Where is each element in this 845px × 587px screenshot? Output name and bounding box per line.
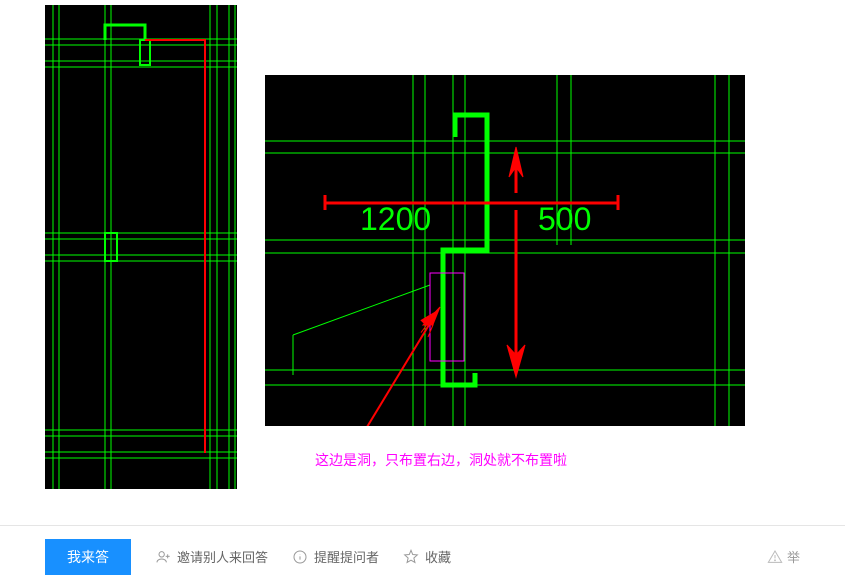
dimension-right: 500 (538, 201, 591, 237)
invite-button[interactable]: 邀请别人来回答 (155, 547, 268, 566)
action-bar: 我来答 邀请别人来回答 提醒提问者 收藏 举 (0, 525, 845, 587)
content-area: 1200 500 这边是洞，只布置右边，洞处就不布置啦 (0, 0, 845, 525)
remind-button[interactable]: 提醒提问者 (292, 547, 379, 566)
cad-drawing-large[interactable]: 1200 500 (265, 75, 745, 426)
favorite-button[interactable]: 收藏 (403, 547, 451, 566)
dimension-left: 1200 (360, 201, 431, 237)
info-circle-icon (292, 549, 308, 565)
cad-drawing-small[interactable] (45, 5, 237, 489)
invite-label: 邀请别人来回答 (177, 547, 268, 566)
star-icon (403, 549, 419, 565)
report-label: 举 (787, 547, 800, 566)
report-button[interactable]: 举 (767, 547, 800, 566)
warning-icon (767, 549, 783, 565)
annotation-label: 这边是洞，只布置右边，洞处就不布置啦 (315, 450, 567, 470)
answer-button[interactable]: 我来答 (45, 539, 131, 575)
favorite-label: 收藏 (425, 547, 451, 566)
person-plus-icon (155, 549, 171, 565)
remind-label: 提醒提问者 (314, 547, 379, 566)
